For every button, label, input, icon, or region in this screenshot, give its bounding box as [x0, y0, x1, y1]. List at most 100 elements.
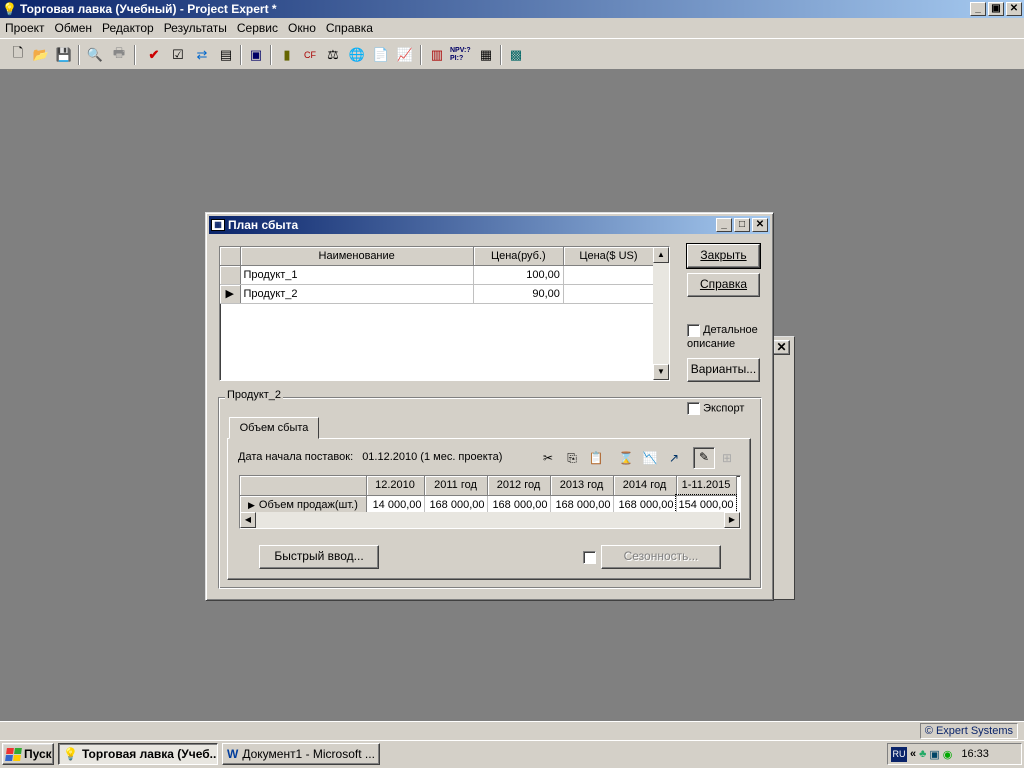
column-header-period[interactable]: 2013 год	[550, 476, 614, 496]
sync-icon[interactable]: ⇄	[192, 46, 212, 64]
sales-volume-table[interactable]: 12.2010 2011 год 2012 год 2013 год 2014 …	[239, 475, 741, 529]
trend-icon[interactable]: ↗	[665, 449, 683, 467]
save-icon[interactable]: 💾	[54, 46, 74, 64]
paste-icon[interactable]: 📋	[587, 449, 605, 467]
analysis-icon[interactable]: ▩	[506, 46, 526, 64]
column-header-period[interactable]: 2014 год	[613, 476, 677, 496]
menu-project[interactable]: Проект	[0, 21, 50, 35]
copy-icon[interactable]: ⎘	[563, 449, 581, 467]
close-icon[interactable]: ✕	[773, 340, 790, 355]
print-icon[interactable]: 🖶	[109, 45, 129, 64]
column-header-period[interactable]: 2012 год	[487, 476, 551, 496]
current-row-arrow-icon: ▶	[248, 499, 255, 510]
list-check-icon[interactable]: ☑	[168, 46, 188, 64]
close-dialog-button[interactable]: Закрыть	[686, 243, 761, 269]
tab-sales-volume[interactable]: Объем сбыта	[229, 417, 319, 439]
column-header-period[interactable]: 12.2010	[366, 476, 425, 496]
table-row[interactable]: Продукт_1 100,00	[220, 265, 655, 285]
export-checkbox[interactable]: Экспорт	[687, 402, 744, 415]
horizontal-scrollbar[interactable]: ◀ ▶	[240, 512, 740, 528]
column-header-period[interactable]: 1-11.2015	[676, 476, 737, 496]
price-rub-cell[interactable]: 100,00	[473, 265, 564, 285]
variants-button[interactable]: Варианты...	[687, 358, 760, 382]
npv-icon[interactable]: NPV:? PI:?	[450, 46, 474, 64]
check-icon[interactable]: ✔	[144, 46, 164, 64]
table-chart-icon[interactable]: ▥	[427, 46, 447, 64]
minimize-button[interactable]: _	[970, 2, 986, 16]
grid-edit-icon[interactable]: ⊞	[718, 449, 736, 467]
column-header-name[interactable]: Наименование	[240, 247, 474, 266]
globe-icon[interactable]: 🌐	[347, 46, 367, 64]
doc-list-icon[interactable]: ▤	[216, 46, 236, 64]
checkbox-box[interactable]	[687, 402, 700, 415]
seasonality-button[interactable]: Сезонность...	[601, 545, 721, 569]
toolbar: 🗋 📂 💾 🔍 🖶 ✔ ☑ ⇄ ▤ ▣ ▮ CF ⚖ 🌐 📄 📈 ▥ NPV:?…	[0, 38, 1024, 70]
products-table[interactable]: Наименование Цена(руб.) Цена($ US) Проду…	[219, 246, 670, 381]
scroll-up-icon[interactable]: ▲	[653, 247, 669, 263]
product-name-cell[interactable]: Продукт_1	[240, 265, 474, 285]
column-header-price-rub[interactable]: Цена(руб.)	[473, 247, 564, 266]
column-header-period[interactable]: 2011 год	[424, 476, 488, 496]
hourglass-icon[interactable]: ⌛	[617, 449, 635, 467]
menu-help[interactable]: Справка	[321, 21, 378, 35]
start-date-row: Дата начала поставок: 01.12.2010 (1 мес.…	[238, 451, 502, 463]
price-rub-cell[interactable]: 90,00	[473, 284, 564, 304]
close-button[interactable]: ✕	[1006, 2, 1022, 16]
close-dialog-label: Закрыть	[700, 248, 747, 262]
language-indicator[interactable]: RU	[891, 746, 907, 762]
help-button[interactable]: Справка	[687, 273, 760, 297]
checkbox-box[interactable]	[687, 323, 700, 337]
table-row[interactable]: ▶ Продукт_2 90,00	[220, 284, 655, 304]
row-indicator[interactable]	[220, 265, 241, 285]
price-usd-cell[interactable]	[563, 284, 655, 304]
close-button[interactable]: ✕	[752, 218, 768, 232]
app-title: Торговая лавка (Учебный) - Project Exper…	[20, 2, 277, 16]
report-icon[interactable]: 📄	[371, 46, 391, 64]
book-icon[interactable]: ▮	[277, 46, 297, 64]
new-icon[interactable]: 🗋	[8, 45, 28, 64]
task-label: Торговая лавка (Учеб...	[81, 747, 218, 761]
price-usd-cell[interactable]	[563, 265, 655, 285]
preview-icon[interactable]: 🔍	[85, 46, 105, 64]
start-button[interactable]: Пуск	[2, 743, 54, 765]
product-name-cell[interactable]: Продукт_2	[240, 284, 474, 304]
chart-icon[interactable]: 📈	[395, 46, 415, 64]
monitor-icon[interactable]: ▣	[929, 748, 939, 761]
minimize-button[interactable]: _	[716, 218, 732, 232]
lightbulb-icon: 💡	[63, 747, 78, 761]
pencil-icon[interactable]: ✎	[693, 447, 715, 469]
open-icon[interactable]: 📂	[31, 46, 51, 64]
expert-systems-link[interactable]: © Expert Systems	[919, 723, 1018, 739]
app-title-bar: 💡 Торговая лавка (Учебный) - Project Exp…	[0, 0, 1024, 18]
vertical-scrollbar[interactable]: ▲ ▼	[653, 247, 669, 380]
clock[interactable]: 16:33	[961, 748, 989, 760]
current-row-arrow-icon[interactable]: ▶	[220, 284, 241, 304]
column-header-price-usd[interactable]: Цена($ US)	[563, 247, 655, 266]
antivirus-icon[interactable]: ◉	[943, 748, 953, 761]
balance-icon[interactable]: ⚖	[323, 46, 343, 64]
menu-editor[interactable]: Редактор	[97, 21, 159, 35]
cashflow-icon[interactable]: CF	[300, 46, 320, 64]
row-indicator-header	[220, 247, 241, 266]
screen-icon[interactable]: ▣	[246, 46, 266, 64]
menu-results[interactable]: Результаты	[159, 21, 232, 35]
cut-icon[interactable]: ✂	[539, 449, 557, 467]
menu-window[interactable]: Окно	[283, 21, 321, 35]
quick-input-button[interactable]: Быстрый ввод...	[259, 545, 379, 569]
window-icon: ▦	[211, 219, 225, 231]
scroll-left-icon[interactable]: ◀	[240, 512, 256, 528]
scroll-down-icon[interactable]: ▼	[653, 364, 669, 380]
restore-button[interactable]: ▣	[988, 2, 1004, 16]
menu-service[interactable]: Сервис	[232, 21, 283, 35]
network-icon[interactable]: ♣	[919, 748, 926, 760]
calculator-icon[interactable]: ▦	[476, 46, 496, 64]
seasonality-checkbox[interactable]	[583, 551, 596, 564]
scroll-right-icon[interactable]: ▶	[724, 512, 740, 528]
detailed-description-checkbox[interactable]: Детальное описание	[687, 323, 767, 351]
maximize-button[interactable]: □	[734, 218, 750, 232]
chevron-left-icon[interactable]: «	[910, 748, 916, 760]
task-project-expert[interactable]: 💡 Торговая лавка (Учеб...	[58, 743, 218, 765]
menu-exchange[interactable]: Обмен	[50, 21, 98, 35]
task-word-document[interactable]: W Документ1 - Microsoft ...	[222, 743, 380, 765]
line-chart-icon[interactable]: 📉	[641, 449, 659, 467]
